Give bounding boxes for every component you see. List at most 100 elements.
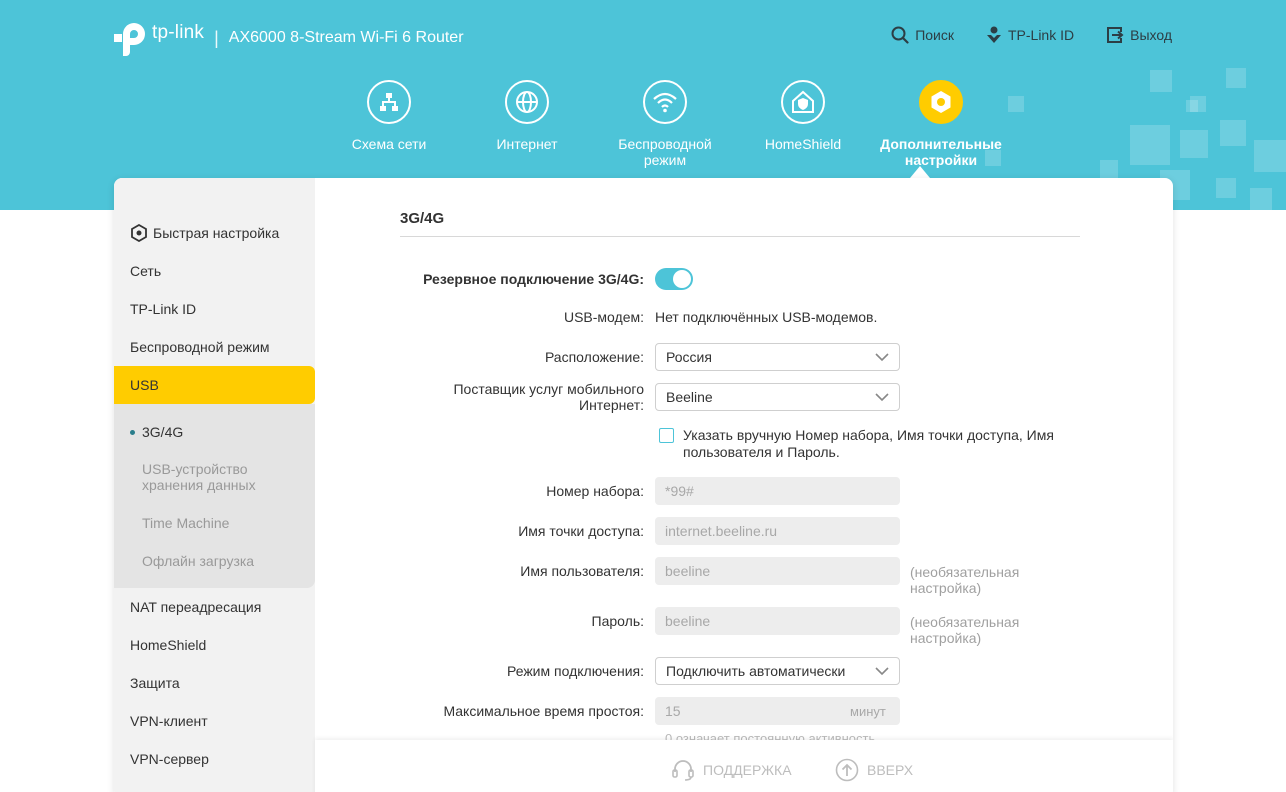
manual-settings-text: Указать вручную Номер набора, Имя точки … bbox=[683, 427, 1054, 461]
username-field[interactable] bbox=[655, 557, 900, 585]
dial-number-label: Номер набора: bbox=[546, 483, 644, 499]
connection-mode-label: Режим подключения: bbox=[506, 663, 644, 679]
sidebar-item-label: TP-Link ID bbox=[130, 301, 197, 317]
support-label: ПОДДЕРЖКА bbox=[703, 762, 792, 778]
manual-settings-line1: Указать вручную Номер набора, Имя точки … bbox=[683, 427, 1054, 443]
tab-network-map[interactable]: Схема сети bbox=[320, 80, 458, 168]
tab-network-map-label: Схема сети bbox=[351, 136, 427, 152]
search-link-label: Поиск bbox=[915, 27, 954, 43]
sidebar-item-vpn-client[interactable]: VPN-клиент bbox=[114, 702, 315, 740]
sidebar-item-label: NAT переадресация bbox=[130, 599, 262, 615]
location-label: Расположение: bbox=[544, 349, 644, 365]
sidebar-item-label: Сеть bbox=[130, 263, 162, 279]
password-label: Пароль: bbox=[591, 613, 644, 629]
backup-toggle[interactable] bbox=[655, 268, 693, 290]
usb-modem-status: Нет подключённых USB-модемов. bbox=[655, 309, 878, 325]
submenu-item-time-machine[interactable]: Time Machine bbox=[142, 515, 229, 531]
submenu-item-label: Time Machine bbox=[142, 515, 230, 531]
main-content: 3G/4G Резервное подключение 3G/4G: USB-м… bbox=[315, 178, 1173, 792]
apn-field[interactable] bbox=[655, 517, 900, 545]
wifi-icon bbox=[643, 80, 687, 124]
sidebar-item-network[interactable]: Сеть bbox=[114, 252, 315, 290]
title-divider bbox=[400, 236, 1080, 237]
sidebar-item-usb[interactable]: USB bbox=[114, 366, 315, 404]
tab-homeshield[interactable]: HomeShield bbox=[734, 80, 872, 168]
tplink-id-link[interactable]: TP-Link ID bbox=[986, 26, 1074, 44]
homeshield-icon bbox=[781, 80, 825, 124]
dial-number-field[interactable] bbox=[655, 477, 900, 505]
quick-setup-icon bbox=[131, 224, 147, 242]
tab-advanced-label-line1: Дополнительные bbox=[880, 136, 1002, 152]
search-link[interactable]: Поиск bbox=[891, 26, 954, 44]
tab-wireless-label-line2: режим bbox=[643, 152, 687, 168]
tab-internet[interactable]: Интернет bbox=[458, 80, 596, 168]
manual-settings-row: Указать вручную Номер набора, Имя точки … bbox=[659, 427, 1079, 461]
network-map-icon bbox=[367, 80, 411, 124]
tab-advanced[interactable]: Дополнительные настройки bbox=[872, 80, 1010, 168]
logout-icon bbox=[1107, 27, 1124, 43]
tab-wireless[interactable]: Беспроводной режим bbox=[596, 80, 734, 168]
connection-mode-select[interactable]: Подключить автоматически bbox=[655, 657, 900, 685]
chevron-down-icon bbox=[875, 667, 889, 676]
tab-wireless-label-line1: Беспроводной bbox=[618, 136, 712, 152]
location-select[interactable]: Россия bbox=[655, 343, 900, 371]
submenu-item-label-line2: хранения данных bbox=[142, 477, 256, 493]
toggle-knob bbox=[673, 270, 691, 288]
sidebar-item-label: HomeShield bbox=[130, 637, 207, 653]
submenu-item-label: Офлайн загрузка bbox=[142, 553, 255, 569]
usb-modem-label: USB-модем: bbox=[563, 309, 644, 325]
manual-settings-checkbox[interactable] bbox=[659, 428, 674, 443]
sidebar-item-label: USB bbox=[130, 377, 159, 393]
apn-label: Имя точки доступа: bbox=[518, 523, 644, 539]
sidebar-item-label: Беспроводной режим bbox=[130, 339, 270, 355]
sidebar-item-nat[interactable]: NAT переадресация bbox=[114, 588, 315, 626]
main-nav: Схема сети Интернет Беспроводной режим H… bbox=[320, 80, 1010, 168]
usb-submenu: 3G/4G USB-устройство хранения данных Tim… bbox=[114, 404, 315, 588]
sidebar-item-label: VPN-сервер bbox=[130, 751, 209, 767]
page-title: 3G/4G bbox=[400, 210, 445, 227]
sidebar-item-security[interactable]: Защита bbox=[114, 664, 315, 702]
submenu-item-usb-storage[interactable]: USB-устройство хранения данных bbox=[142, 461, 256, 493]
logout-label: Выход bbox=[1130, 27, 1172, 43]
logout-link[interactable]: Выход bbox=[1106, 26, 1172, 44]
submenu-item-offline-download[interactable]: Офлайн загрузка bbox=[142, 553, 254, 569]
brand-separator: | bbox=[214, 27, 219, 48]
sidebar-item-label: VPN-клиент bbox=[130, 713, 208, 729]
submenu-item-label-line1: USB-устройство bbox=[142, 461, 248, 477]
manual-settings-line2: пользователя и Пароль. bbox=[683, 444, 840, 460]
sidebar: Быстрая настройка Сеть TP-Link ID Беспро… bbox=[114, 178, 315, 792]
location-selected: Россия bbox=[666, 349, 712, 365]
optional-hint-line1: (необязательная bbox=[910, 614, 1020, 630]
scroll-up-label: ВВЕРХ bbox=[867, 762, 914, 778]
idle-time-unit: минут bbox=[850, 704, 886, 719]
sidebar-item-homeshield[interactable]: HomeShield bbox=[114, 626, 315, 664]
tab-advanced-label-line2: настройки bbox=[904, 152, 978, 168]
tplink-id-icon bbox=[986, 26, 1001, 43]
sidebar-item-tplink-id[interactable]: TP-Link ID bbox=[114, 290, 315, 328]
router-model: AX6000 8-Stream Wi-Fi 6 Router bbox=[228, 29, 464, 46]
gear-icon bbox=[919, 80, 963, 124]
connection-mode-selected: Подключить автоматически bbox=[666, 663, 846, 679]
submenu-item-3g4g[interactable]: 3G/4G bbox=[130, 424, 183, 440]
password-optional-hint: (необязательная настройка) bbox=[910, 614, 1019, 646]
active-tab-pointer bbox=[910, 166, 930, 178]
support-link[interactable]: ПОДДЕРЖКА bbox=[671, 758, 792, 782]
tab-internet-label: Интернет bbox=[496, 136, 558, 152]
provider-label-line1: Поставщик услуг мобильного bbox=[453, 381, 644, 397]
footer-bar: ПОДДЕРЖКА ВВЕРХ bbox=[315, 740, 1173, 792]
sidebar-item-wireless[interactable]: Беспроводной режим bbox=[114, 328, 315, 366]
optional-hint-line2: настройка) bbox=[910, 580, 982, 596]
scroll-up-link[interactable]: ВВЕРХ bbox=[835, 758, 913, 782]
backup-label: Резервное подключение 3G/4G: bbox=[423, 271, 644, 287]
provider-select[interactable]: Beeline bbox=[655, 383, 900, 411]
sidebar-item-vpn-server[interactable]: VPN-сервер bbox=[114, 740, 315, 778]
sidebar-item-quick-setup[interactable]: Быстрая настройка bbox=[114, 214, 315, 252]
provider-label: Поставщик услуг мобильного Интернет: bbox=[453, 381, 644, 413]
tplink-logo-icon bbox=[112, 20, 148, 56]
idle-time-label: Максимальное время простоя: bbox=[443, 703, 644, 719]
brand-logo: tp-link | AX6000 8-Stream Wi-Fi 6 Router bbox=[112, 18, 464, 58]
sidebar-item-label: Быстрая настройка bbox=[153, 225, 280, 241]
settings-panel: Быстрая настройка Сеть TP-Link ID Беспро… bbox=[114, 178, 1173, 792]
search-icon bbox=[891, 26, 909, 44]
password-field[interactable] bbox=[655, 607, 900, 635]
